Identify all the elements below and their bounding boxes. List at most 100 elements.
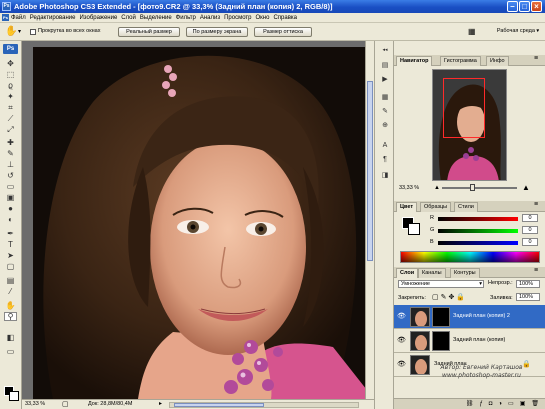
navigator-zoom-level[interactable]: 33,33 % xyxy=(399,183,419,193)
zoom-level[interactable]: 33,33 % xyxy=(25,400,45,409)
tab-paths[interactable]: Контуры xyxy=(450,268,480,278)
tab-info[interactable]: Инфо xyxy=(486,56,509,66)
type-tool-icon[interactable]: T xyxy=(4,240,17,249)
path-select-tool-icon[interactable]: ➤ xyxy=(4,251,17,260)
layer-comps-icon[interactable]: ◨ xyxy=(380,171,390,181)
navigator-zoom-knob[interactable] xyxy=(470,184,475,191)
navigator-zoom-slider[interactable] xyxy=(442,184,517,191)
channel-g-value[interactable]: 0 xyxy=(522,226,538,234)
menu-item-edit[interactable]: Редактирование xyxy=(30,13,76,23)
layer-row[interactable]: 👁 Задний план (копия) 2 xyxy=(394,305,545,329)
menu-item-select[interactable]: Выделение xyxy=(140,13,172,23)
layer-style-icon[interactable]: ƒ xyxy=(479,399,482,409)
menu-item-file[interactable]: Файл xyxy=(11,13,26,23)
magic-wand-tool-icon[interactable]: ✦ xyxy=(4,92,17,101)
screen-mode-icon[interactable]: ▭ xyxy=(4,347,17,356)
character-panel-icon[interactable]: A xyxy=(380,141,390,151)
pen-tool-icon[interactable]: ✒ xyxy=(4,229,17,238)
adjustment-layer-icon[interactable]: ◑ xyxy=(498,399,502,409)
chevron-down-icon[interactable]: ▾ xyxy=(18,28,21,35)
tab-styles[interactable]: Стили xyxy=(454,202,478,212)
fit-screen-button[interactable]: По размеру экрана xyxy=(186,27,248,37)
menu-item-image[interactable]: Изображение xyxy=(79,13,117,23)
panel-menu-icon[interactable]: ≡ xyxy=(534,201,538,208)
color-background-swatch[interactable] xyxy=(408,223,420,235)
blend-mode-select[interactable]: Умножение ▾ xyxy=(398,280,484,288)
actual-pixels-button[interactable]: Реальный размер xyxy=(118,27,180,37)
minimize-button[interactable]: – xyxy=(507,1,518,12)
healing-tool-icon[interactable]: ✚ xyxy=(4,138,17,147)
ps-menu-icon[interactable]: Ps xyxy=(2,14,9,21)
clone-source-icon[interactable]: ⊕ xyxy=(380,121,390,131)
tab-color[interactable]: Цвет xyxy=(396,202,418,212)
fill-input[interactable]: 100% xyxy=(516,293,540,301)
crop-tool-icon[interactable]: ⌗ xyxy=(4,103,17,112)
close-button[interactable]: × xyxy=(531,1,542,12)
hand-tool-preset-icon[interactable]: ✋ xyxy=(5,26,17,37)
workspace-menu[interactable]: Рабочая среда ▾ xyxy=(497,28,539,34)
zoom-out-icon[interactable]: ▲ xyxy=(434,183,440,193)
tab-layers[interactable]: Слои xyxy=(396,268,419,278)
tab-navigator[interactable]: Навигатор xyxy=(396,56,433,66)
layer-mask-thumbnail[interactable] xyxy=(432,331,450,351)
tab-histogram[interactable]: Гистограмма xyxy=(440,56,481,66)
panel-menu-icon[interactable]: ≡ xyxy=(534,267,538,274)
menu-item-analysis[interactable]: Анализ xyxy=(200,13,220,23)
opacity-input[interactable]: 100% xyxy=(516,280,540,288)
layer-mask-thumbnail[interactable] xyxy=(432,307,450,327)
navigator-view-box[interactable] xyxy=(443,78,485,138)
link-layers-icon[interactable]: ⛓ xyxy=(466,399,474,409)
eye-icon[interactable]: 👁 xyxy=(397,360,406,368)
status-arrow-icon[interactable]: ▸ xyxy=(159,400,162,409)
hand-tool-icon[interactable]: ✋ xyxy=(4,301,17,310)
tab-swatches[interactable]: Образцы xyxy=(420,202,452,212)
gradient-tool-icon[interactable]: ▣ xyxy=(4,193,17,202)
menu-item-layer[interactable]: Слой xyxy=(121,13,136,23)
horizontal-scrollbar[interactable] xyxy=(169,402,359,408)
paragraph-panel-icon[interactable]: ¶ xyxy=(380,155,390,165)
slice-tool-icon[interactable]: ⟋ xyxy=(4,114,17,123)
eye-icon[interactable]: 👁 xyxy=(397,312,406,320)
scroll-all-windows-checkbox[interactable] xyxy=(30,29,36,35)
tool-presets-icon[interactable]: ▦ xyxy=(380,93,390,103)
eyedropper-tool-icon[interactable]: ⤢ xyxy=(4,125,17,134)
blur-tool-icon[interactable]: ● xyxy=(4,204,17,213)
print-size-button[interactable]: Размер оттиска xyxy=(254,27,312,37)
channel-b-slider[interactable] xyxy=(438,241,518,245)
menu-item-view[interactable]: Просмотр xyxy=(224,13,251,23)
color-ramp[interactable] xyxy=(400,251,540,263)
layer-row[interactable]: 👁 Задний план (копия) xyxy=(394,329,545,353)
eraser-tool-icon[interactable]: ▭ xyxy=(4,182,17,191)
vertical-scroll-thumb[interactable] xyxy=(367,81,373,261)
maximize-button[interactable]: □ xyxy=(519,1,530,12)
navigator-thumbnail[interactable] xyxy=(432,69,507,181)
channel-b-value[interactable]: 0 xyxy=(522,238,538,246)
stamp-tool-icon[interactable]: ⊥ xyxy=(4,160,17,169)
channel-r-value[interactable]: 0 xyxy=(522,214,538,222)
actions-panel-icon[interactable]: ▶ xyxy=(380,75,390,85)
marquee-tool-icon[interactable]: ⬚ xyxy=(4,70,17,79)
history-panel-icon[interactable]: ▤ xyxy=(380,61,390,71)
horizontal-scroll-thumb[interactable] xyxy=(174,403,264,407)
tab-channels[interactable]: Каналы xyxy=(418,268,446,278)
new-group-icon[interactable]: ▭ xyxy=(508,399,514,409)
status-menu-icon[interactable]: ▢ xyxy=(62,400,69,409)
zoom-in-icon[interactable]: ▲ xyxy=(522,183,530,193)
lasso-tool-icon[interactable]: ϱ xyxy=(4,81,17,90)
menu-item-window[interactable]: Окно xyxy=(256,13,270,23)
delete-layer-icon[interactable]: 🗑 xyxy=(531,399,539,409)
panel-menu-icon[interactable]: ≡ xyxy=(534,55,538,62)
collapse-dock-icon[interactable]: ◂◂ xyxy=(380,45,390,55)
new-layer-icon[interactable]: ▣ xyxy=(520,399,526,409)
dodge-tool-icon[interactable]: ◐ xyxy=(4,215,17,224)
brush-tool-icon[interactable]: ✎ xyxy=(4,149,17,158)
notes-tool-icon[interactable]: ▤ xyxy=(4,276,17,285)
history-brush-tool-icon[interactable]: ↺ xyxy=(4,171,17,180)
lock-icons[interactable]: ▢✎✥🔒 xyxy=(432,293,467,301)
move-tool-icon[interactable]: ✥ xyxy=(4,59,17,68)
menu-item-help[interactable]: Справка xyxy=(273,13,297,23)
menu-item-filter[interactable]: Фильтр xyxy=(176,13,196,23)
quick-mask-icon[interactable]: ◧ xyxy=(4,333,17,342)
eyedropper-tool-icon[interactable]: ⁄ xyxy=(4,287,17,296)
image-canvas[interactable] xyxy=(33,47,374,399)
